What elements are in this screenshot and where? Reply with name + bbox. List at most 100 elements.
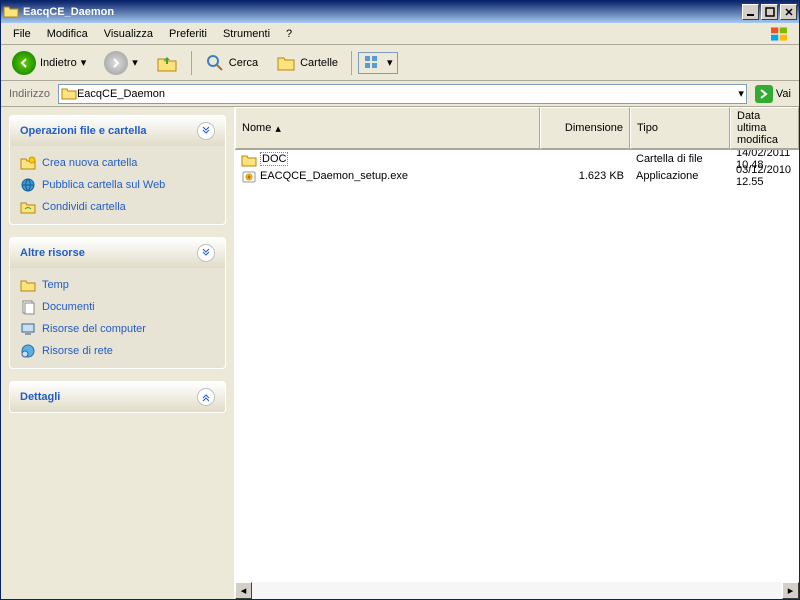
titlebar[interactable]: EacqCE_Daemon <box>1 1 799 23</box>
scroll-left-button[interactable]: ◂ <box>235 582 252 599</box>
views-button[interactable]: ▾ <box>358 52 398 74</box>
place-network[interactable]: Risorse di rete <box>20 340 215 362</box>
window-controls <box>742 4 797 20</box>
cell-type: Applicazione <box>630 169 730 183</box>
folders-icon <box>276 53 296 73</box>
body: Operazioni file e cartella Crea nuova ca… <box>1 107 799 599</box>
go-arrow-icon <box>755 85 773 103</box>
scroll-track[interactable] <box>252 582 782 599</box>
panel-body: Temp Documenti Risorse del computer Risorse… <box>10 268 225 368</box>
panel-details: Dettagli <box>9 381 226 413</box>
search-label: Cerca <box>229 57 258 69</box>
column-headers: Nome▴ Dimensione Tipo Data ultima modifi… <box>235 107 799 150</box>
panel-header[interactable]: Altre risorse <box>10 238 225 268</box>
panel-title: Dettagli <box>20 391 60 403</box>
place-documents[interactable]: Documenti <box>20 296 215 318</box>
cell-date: 03/12/2010 12.55 <box>730 163 799 189</box>
cell-size: 1.623 KB <box>540 169 630 183</box>
panel-header[interactable]: Operazioni file e cartella <box>10 116 225 146</box>
task-share-folder[interactable]: Condividi cartella <box>20 196 215 218</box>
panel-file-tasks: Operazioni file e cartella Crea nuova ca… <box>9 115 226 225</box>
column-type[interactable]: Tipo <box>630 107 730 149</box>
window-title: EacqCE_Daemon <box>23 6 742 18</box>
publish-web-icon <box>20 177 36 193</box>
place-computer[interactable]: Risorse del computer <box>20 318 215 340</box>
address-field[interactable]: ▾ <box>58 84 747 104</box>
column-name[interactable]: Nome▴ <box>235 107 540 149</box>
folder-icon <box>3 4 19 20</box>
menu-help[interactable]: ? <box>278 26 300 42</box>
folders-button[interactable]: Cartelle <box>269 50 345 76</box>
folder-icon <box>61 87 77 101</box>
folders-label: Cartelle <box>300 57 338 69</box>
maximize-button[interactable] <box>761 4 778 20</box>
minimize-button[interactable] <box>742 4 759 20</box>
folder-icon <box>20 277 36 293</box>
column-date[interactable]: Data ultima modifica <box>730 107 799 149</box>
back-button[interactable]: Indietro ▾ <box>5 48 93 78</box>
panel-header[interactable]: Dettagli <box>10 382 225 412</box>
place-label: Temp <box>42 279 69 291</box>
menubar: File Modifica Visualizza Preferiti Strum… <box>1 23 799 45</box>
search-button[interactable]: Cerca <box>198 50 265 76</box>
address-input[interactable] <box>77 88 738 100</box>
separator <box>191 51 192 75</box>
forward-button[interactable]: ▾ <box>97 48 145 78</box>
go-button[interactable]: Vai <box>751 84 795 104</box>
dropdown-icon: ▾ <box>387 56 393 69</box>
menu-file[interactable]: File <box>5 26 39 42</box>
cell-name: DOC <box>235 151 540 167</box>
task-label: Condividi cartella <box>42 201 126 213</box>
horizontal-scrollbar[interactable]: ◂ ▸ <box>235 582 799 599</box>
address-bar: Indirizzo ▾ Vai <box>1 81 799 107</box>
toolbar: Indietro ▾ ▾ Cerca Cartelle ▾ <box>1 45 799 81</box>
back-arrow-icon <box>12 51 36 75</box>
computer-icon <box>20 321 36 337</box>
dropdown-icon[interactable]: ▾ <box>738 87 744 100</box>
address-label: Indirizzo <box>5 88 54 100</box>
file-list[interactable]: DOCCartella di file14/02/2011 10.48EACQC… <box>235 150 799 582</box>
column-size[interactable]: Dimensione <box>540 107 630 149</box>
file-name: DOC <box>260 152 288 166</box>
separator <box>351 51 352 75</box>
go-label: Vai <box>776 88 791 100</box>
task-pane: Operazioni file e cartella Crea nuova ca… <box>1 107 235 599</box>
up-button[interactable] <box>149 49 185 77</box>
forward-arrow-icon <box>104 51 128 75</box>
place-label: Risorse di rete <box>42 345 113 357</box>
folder-icon <box>241 152 257 166</box>
panel-other-places: Altre risorse Temp Documenti Risorse del c… <box>9 237 226 369</box>
views-icon <box>363 54 383 72</box>
task-new-folder[interactable]: Crea nuova cartella <box>20 152 215 174</box>
explorer-window: EacqCE_Daemon File Modifica Visualizza P… <box>0 0 800 600</box>
documents-icon <box>20 299 36 315</box>
chevron-down-icon <box>197 388 215 406</box>
place-label: Risorse del computer <box>42 323 146 335</box>
menu-modifica[interactable]: Modifica <box>39 26 96 42</box>
cell-type: Cartella di file <box>630 152 730 166</box>
dropdown-icon: ▾ <box>81 56 87 69</box>
sort-asc-icon: ▴ <box>275 122 281 135</box>
chevron-up-icon <box>197 244 215 262</box>
chevron-up-icon <box>197 122 215 140</box>
new-folder-icon <box>20 155 36 171</box>
panel-title: Operazioni file e cartella <box>20 125 147 137</box>
share-folder-icon <box>20 199 36 215</box>
exe-icon <box>241 169 257 183</box>
task-label: Pubblica cartella sul Web <box>42 179 165 191</box>
scroll-right-button[interactable]: ▸ <box>782 582 799 599</box>
file-row[interactable]: EACQCE_Daemon_setup.exe 1.623 KBApplicazi… <box>235 167 799 184</box>
place-folder[interactable]: Temp <box>20 274 215 296</box>
menu-preferiti[interactable]: Preferiti <box>161 26 215 42</box>
close-button[interactable] <box>780 4 797 20</box>
panel-body: Crea nuova cartella Pubblica cartella sul… <box>10 146 225 224</box>
back-label: Indietro <box>40 57 77 69</box>
windows-logo-icon <box>763 24 795 44</box>
file-name: EACQCE_Daemon_setup.exe <box>260 170 408 182</box>
task-publish-web[interactable]: Pubblica cartella sul Web <box>20 174 215 196</box>
menu-strumenti[interactable]: Strumenti <box>215 26 278 42</box>
file-row[interactable]: DOCCartella di file14/02/2011 10.48 <box>235 150 799 167</box>
menu-visualizza[interactable]: Visualizza <box>96 26 161 42</box>
up-folder-icon <box>156 52 178 74</box>
task-label: Crea nuova cartella <box>42 157 137 169</box>
